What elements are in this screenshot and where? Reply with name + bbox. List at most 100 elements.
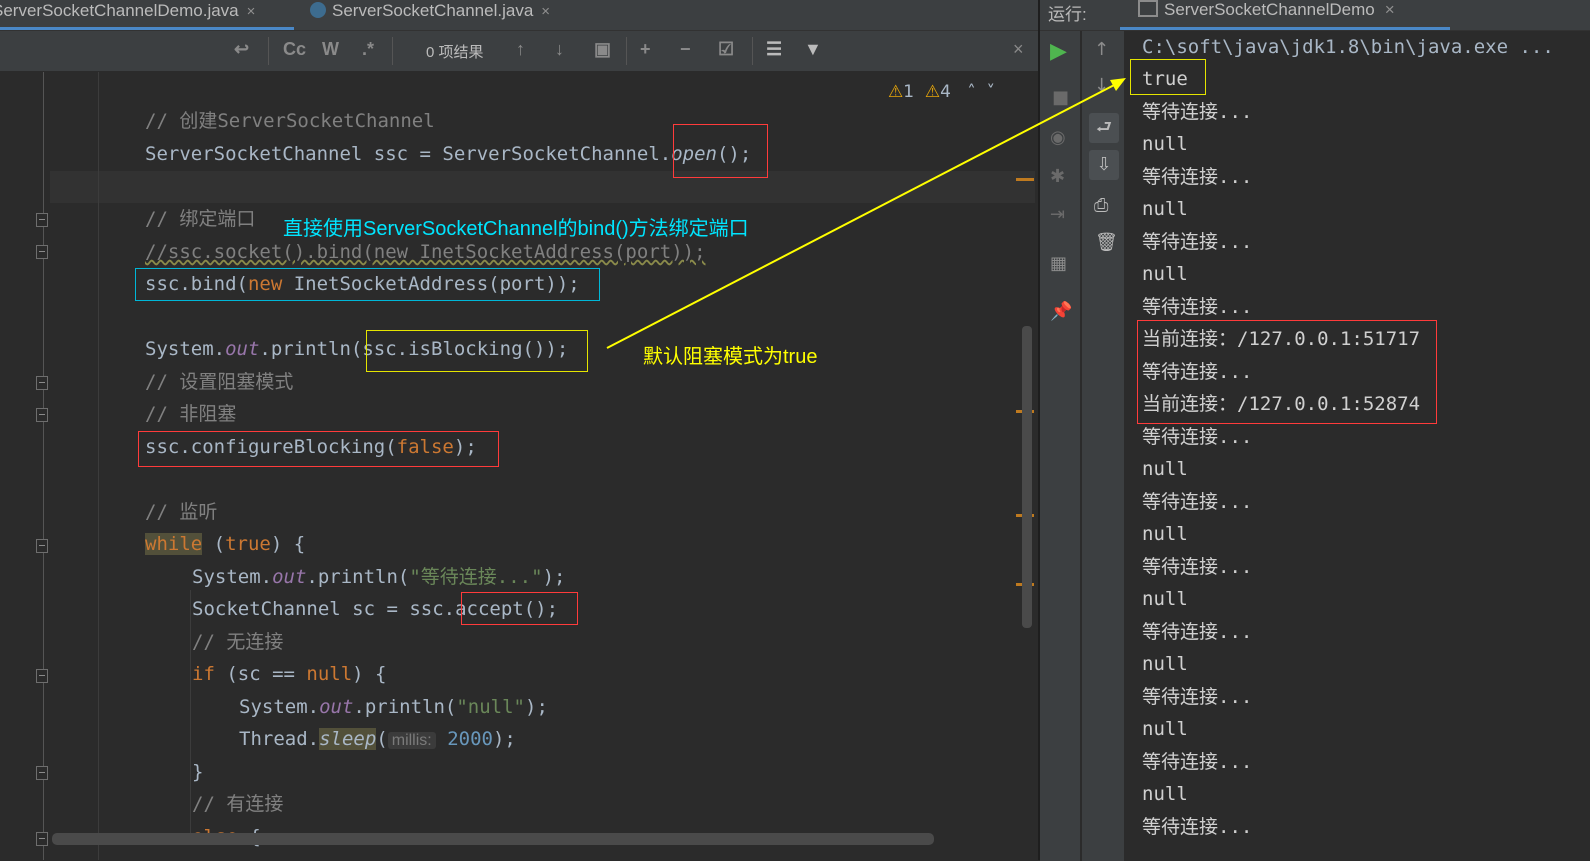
tab-run-config[interactable]: ServerSocketChannelDemo × xyxy=(1120,0,1450,30)
filter-options-icon[interactable]: ☰ xyxy=(766,39,782,60)
highlight-box-true xyxy=(1130,59,1206,95)
close-icon[interactable]: × xyxy=(247,3,256,20)
tab-label: ServerSocketChannel.java xyxy=(332,1,534,20)
fold-icon[interactable] xyxy=(36,539,48,553)
previous-occurrence-icon[interactable]: ↑ xyxy=(516,39,525,60)
filter-icon[interactable]: ▼ xyxy=(804,39,822,60)
add-occurrence-icon[interactable]: + xyxy=(640,39,651,60)
close-icon[interactable]: × xyxy=(1013,39,1024,60)
close-icon[interactable]: × xyxy=(541,3,550,20)
scroll-to-end-icon[interactable]: ⇩ xyxy=(1089,150,1119,180)
fold-icon[interactable] xyxy=(36,832,48,846)
layout-icon[interactable]: ▦ xyxy=(1050,253,1067,274)
separator xyxy=(752,37,753,65)
chevron-up-icon[interactable]: ˄ xyxy=(967,82,976,102)
console-line: 等待连接... xyxy=(1142,751,1253,773)
console-line: 等待连接... xyxy=(1142,556,1253,578)
console-line: 等待连接... xyxy=(1142,166,1253,188)
console-line: 等待连接... xyxy=(1142,621,1253,643)
console-line: 等待连接... xyxy=(1142,231,1253,253)
console-line: null xyxy=(1142,588,1188,610)
vertical-scrollbar[interactable] xyxy=(1022,326,1032,628)
fold-icon[interactable] xyxy=(36,376,48,390)
fold-icon[interactable] xyxy=(36,669,48,683)
regex-button[interactable]: .* xyxy=(362,39,374,60)
whole-word-button[interactable]: W xyxy=(322,39,339,60)
console-line: 等待连接... xyxy=(1142,491,1253,513)
tab-label: ServerSocketChannelDemo.java xyxy=(0,1,239,20)
warning-count: 1 xyxy=(903,82,915,102)
select-occurrences-icon[interactable]: ☑ xyxy=(718,39,734,60)
close-icon[interactable]: × xyxy=(1385,0,1395,19)
error-stripe-mark[interactable] xyxy=(1016,178,1034,181)
fold-icon[interactable] xyxy=(36,408,48,422)
weak-warning-count: 4 xyxy=(940,82,951,102)
run-tool-window: 运行: ServerSocketChannelDemo × ▶ ■ ◉ ✱ ⇥ ▦… xyxy=(1038,0,1590,861)
console-line: 等待连接... xyxy=(1142,426,1253,448)
inspection-widget[interactable]: ⚠1 ⚠4 ˄ ˅ xyxy=(888,82,995,102)
console-line: null xyxy=(1142,718,1188,740)
editor-tab-bar: ServerSocketChannelDemo.java × ServerSock… xyxy=(0,0,1038,31)
console-line: null xyxy=(1142,653,1188,675)
match-case-button[interactable]: Cc xyxy=(283,39,306,60)
console-line: null xyxy=(1142,198,1188,220)
code-line: // 无连接 xyxy=(192,631,284,653)
code-line: // 非阻塞 xyxy=(145,403,237,425)
console-line: null xyxy=(1142,523,1188,545)
highlight-box-configureblocking xyxy=(138,431,499,467)
annotation-bind-note: 直接使用ServerSocketChannel的bind()方法绑定端口 xyxy=(283,218,749,240)
code-line: // 有连接 xyxy=(192,793,284,815)
wrap-icon[interactable]: ↩ xyxy=(234,39,249,60)
code-line: if (sc == null) { xyxy=(192,663,387,685)
next-occurrence-icon[interactable]: ↓ xyxy=(555,39,564,60)
console-line: 等待连接... xyxy=(1142,686,1253,708)
code-line: } xyxy=(192,761,204,783)
debug-icon[interactable]: ✱ xyxy=(1050,166,1065,187)
camera-icon[interactable]: ◉ xyxy=(1050,127,1066,148)
run-tab-label: ServerSocketChannelDemo xyxy=(1164,0,1375,19)
console-line: 等待连接... xyxy=(1142,816,1253,838)
chevron-down-icon[interactable]: ˅ xyxy=(987,82,996,102)
highlight-box-open xyxy=(673,124,768,178)
parameter-hint: millis: xyxy=(387,732,436,749)
remove-occurrence-icon[interactable]: − xyxy=(680,39,691,60)
rerun-icon[interactable]: ▶ xyxy=(1050,39,1067,64)
code-line: // 监听 xyxy=(145,501,218,523)
console-line: null xyxy=(1142,783,1188,805)
horizontal-scrollbar[interactable] xyxy=(52,833,934,845)
console-line: null xyxy=(1142,458,1188,480)
fold-icon[interactable] xyxy=(36,213,48,227)
code-line: System.out.println("等待连接..."); xyxy=(192,566,566,588)
exit-icon[interactable]: ⇥ xyxy=(1050,204,1065,225)
console-icon xyxy=(1138,0,1158,17)
code-line: ServerSocketChannel ssc = ServerSocketCh… xyxy=(145,143,752,165)
code-line: // 设置阻塞模式 xyxy=(145,371,294,393)
fold-icon[interactable] xyxy=(36,766,48,780)
highlight-box-accept xyxy=(461,592,578,625)
highlight-box-connections xyxy=(1137,320,1437,424)
run-header: 运行: ServerSocketChannelDemo × xyxy=(1040,0,1590,31)
print-icon[interactable]: ⎙ xyxy=(1094,195,1108,216)
pin-icon[interactable]: 📌 xyxy=(1050,301,1072,322)
code-line: // 创建ServerSocketChannel xyxy=(145,110,435,132)
trash-icon[interactable]: 🗑 xyxy=(1095,232,1118,253)
find-toolbar: ↩ Cc W .* 0 项结果 ↑ ↓ ▣ + − ☑ ☰ ▼ × xyxy=(0,31,1038,72)
down-arrow-icon[interactable]: ↓ xyxy=(1094,75,1109,96)
run-label: 运行: xyxy=(1048,5,1087,24)
code-line: System.out.println("null"); xyxy=(239,696,548,718)
tab-serversocketchannel[interactable]: ServerSocketChannel.java × xyxy=(310,0,550,30)
code-editor[interactable]: ServerSocketChannelDemo.java × ServerSock… xyxy=(0,0,1038,860)
select-all-occurrences-icon[interactable]: ▣ xyxy=(594,39,611,60)
tab-serversocketchanneldemo[interactable]: ServerSocketChannelDemo.java × xyxy=(0,0,294,30)
stop-icon[interactable]: ■ xyxy=(1052,87,1069,108)
separator xyxy=(392,37,393,65)
soft-wrap-icon[interactable]: ⮐ xyxy=(1089,113,1119,143)
fold-icon[interactable] xyxy=(36,245,48,259)
indent-guide xyxy=(98,72,99,860)
gutter-divider xyxy=(43,72,44,860)
console-line: 等待连接... xyxy=(1142,101,1253,123)
current-line-highlight xyxy=(50,171,1035,203)
indent-guide xyxy=(190,590,191,840)
weak-warning-icon: ⚠ xyxy=(924,82,941,102)
up-arrow-icon[interactable]: ↑ xyxy=(1094,39,1109,60)
